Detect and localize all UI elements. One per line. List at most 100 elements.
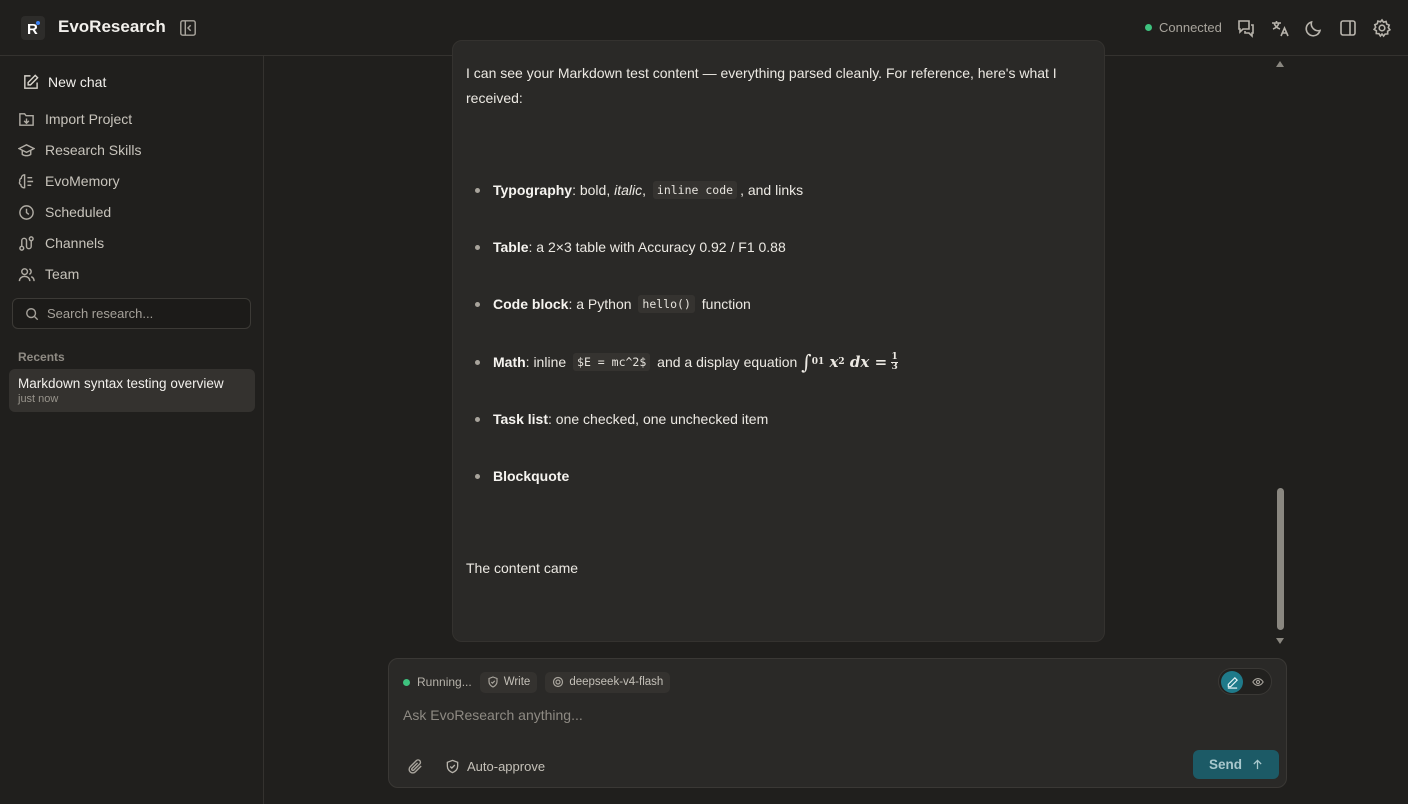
send-label: Send xyxy=(1208,757,1242,772)
scroll-down-arrow-icon[interactable] xyxy=(1276,638,1284,644)
route-icon xyxy=(19,235,34,251)
bullet-dot xyxy=(475,301,480,307)
sidebar-item-label: Research Skills xyxy=(45,142,142,158)
list-item: Table : a 2×3 table with Accuracy 0.92 /… xyxy=(475,235,1085,259)
sidebar-item-import-project[interactable]: Import Project xyxy=(18,109,132,129)
running-label: Running... xyxy=(417,675,472,689)
sidebar-item-research-skills[interactable]: Research Skills xyxy=(18,140,141,160)
model-icon xyxy=(553,676,564,688)
bullet-text: function xyxy=(697,296,751,312)
edit-view-toggle xyxy=(1218,668,1272,695)
sidebar-item-scheduled[interactable]: Scheduled xyxy=(18,202,111,222)
sidebar-item-channels[interactable]: Channels xyxy=(18,233,104,253)
clock-icon xyxy=(19,204,34,220)
bullet-text: , and links xyxy=(740,182,804,198)
new-chat-label: New chat xyxy=(48,74,107,90)
bullet-dot xyxy=(475,187,480,193)
inline-code: inline code xyxy=(652,181,738,199)
users-icon xyxy=(18,267,35,281)
search-icon xyxy=(26,307,39,320)
eye-icon[interactable] xyxy=(1247,671,1269,693)
graduation-cap-icon xyxy=(18,143,35,156)
chat-bubbles-icon[interactable] xyxy=(1235,17,1257,39)
recent-chat-time: just now xyxy=(18,393,59,405)
assistant-message: I can see your Markdown test content — e… xyxy=(452,40,1105,642)
gear-icon[interactable] xyxy=(1371,17,1393,39)
bullet-dot xyxy=(475,244,480,250)
bullet-dot xyxy=(475,473,480,479)
recents-heading: Recents xyxy=(18,350,65,364)
bullet-text: : inline xyxy=(525,354,571,370)
bullet-text: : a Python xyxy=(568,296,636,312)
sidebar-collapse-icon[interactable] xyxy=(178,18,198,38)
running-status: Running... xyxy=(403,675,472,689)
compose-icon xyxy=(24,73,39,89)
write-mode-label: Write xyxy=(503,676,531,688)
bullet-dot xyxy=(475,416,480,422)
scroll-up-arrow-icon[interactable] xyxy=(1276,61,1284,67)
sidebar xyxy=(0,56,264,804)
bullet-label: Code block xyxy=(493,296,569,312)
new-chat-button[interactable]: New chat xyxy=(22,72,106,92)
sidebar-item-label: EvoMemory xyxy=(45,173,120,189)
connection-status: Connected xyxy=(1145,20,1222,35)
bullet-label: Table xyxy=(493,239,529,255)
list-item: Blockquote xyxy=(475,464,1085,488)
brand-name: EvoResearch xyxy=(58,17,166,36)
sidebar-item-label: Team xyxy=(45,266,80,282)
bullet-label: Math xyxy=(493,354,526,370)
list-item: Code block : a Python hello() function xyxy=(475,292,1085,316)
app-window: R EvoResearch Connected New chat Import … xyxy=(0,0,1408,804)
search-box xyxy=(12,298,251,329)
scroll-thumb[interactable] xyxy=(1277,488,1284,630)
sidebar-item-evomemory[interactable]: EvoMemory xyxy=(18,171,120,191)
inline-code: $E = mc^2$ xyxy=(573,353,651,371)
pencil-icon[interactable] xyxy=(1221,671,1243,693)
bullet-text: : bold, xyxy=(572,182,615,198)
bullet-label: Typography xyxy=(493,182,573,198)
recent-chat-title: Markdown syntax testing overview xyxy=(18,376,224,391)
bullet-text: and a display equation xyxy=(653,354,798,370)
composer-status-row: Running... Write deepseek-v4-flash xyxy=(403,671,671,693)
brain-icon xyxy=(18,173,34,188)
inline-code: hello() xyxy=(638,295,695,313)
bullet-text: : one checked, one unchecked item xyxy=(548,411,769,427)
moon-icon[interactable] xyxy=(1303,17,1325,39)
arrow-up-icon xyxy=(1253,759,1262,770)
chat-scrollbar[interactable] xyxy=(1273,58,1287,650)
list-item: Task list : one checked, one unchecked i… xyxy=(475,407,1085,431)
auto-approve-toggle[interactable]: Auto-approve xyxy=(445,756,545,776)
connection-status-label: Connected xyxy=(1159,20,1222,35)
search-input[interactable] xyxy=(47,306,237,321)
logo-icon: R xyxy=(21,16,45,40)
send-button[interactable]: Send xyxy=(1193,750,1279,779)
shield-icon xyxy=(488,676,498,688)
sidebar-item-label: Import Project xyxy=(45,111,133,127)
sidebar-item-label: Channels xyxy=(45,235,105,251)
message-tail-text: The content came xyxy=(466,560,579,576)
shield-check-icon xyxy=(446,759,459,773)
bullet-label: Blockquote xyxy=(493,468,570,484)
translate-icon[interactable] xyxy=(1269,17,1291,39)
math-equation: ∫ 0 1 x2 dx = 13 xyxy=(801,350,899,374)
prompt-input[interactable] xyxy=(403,707,1203,723)
panel-toggle-icon[interactable] xyxy=(1337,17,1359,39)
bullet-italic: italic xyxy=(614,182,643,198)
bullet-text: , xyxy=(642,182,650,198)
recent-chat-item[interactable]: Markdown syntax testing overview just no… xyxy=(9,369,255,412)
bullet-label: Task list xyxy=(493,411,548,427)
model-label: deepseek-v4-flash xyxy=(569,676,664,688)
composer: Running... Write deepseek-v4-flash Ask E… xyxy=(388,658,1287,788)
sidebar-item-team[interactable]: Team xyxy=(18,264,79,284)
bullet-text: : a 2×3 table with Accuracy 0.92 / F1 0.… xyxy=(528,239,786,255)
model-chip[interactable]: deepseek-v4-flash xyxy=(545,671,671,693)
paperclip-icon[interactable] xyxy=(405,756,425,776)
write-mode-chip[interactable]: Write xyxy=(479,671,538,693)
status-dot-icon xyxy=(1145,24,1152,31)
list-item: Math : inline $E = mc^2$ and a display e… xyxy=(475,350,1085,374)
sidebar-item-label: Scheduled xyxy=(45,204,112,220)
running-dot-icon xyxy=(403,678,410,686)
bullet-dot xyxy=(475,359,480,365)
auto-approve-label: Auto-approve xyxy=(467,758,546,774)
message-intro: I can see your Markdown test content — e… xyxy=(466,65,1057,106)
